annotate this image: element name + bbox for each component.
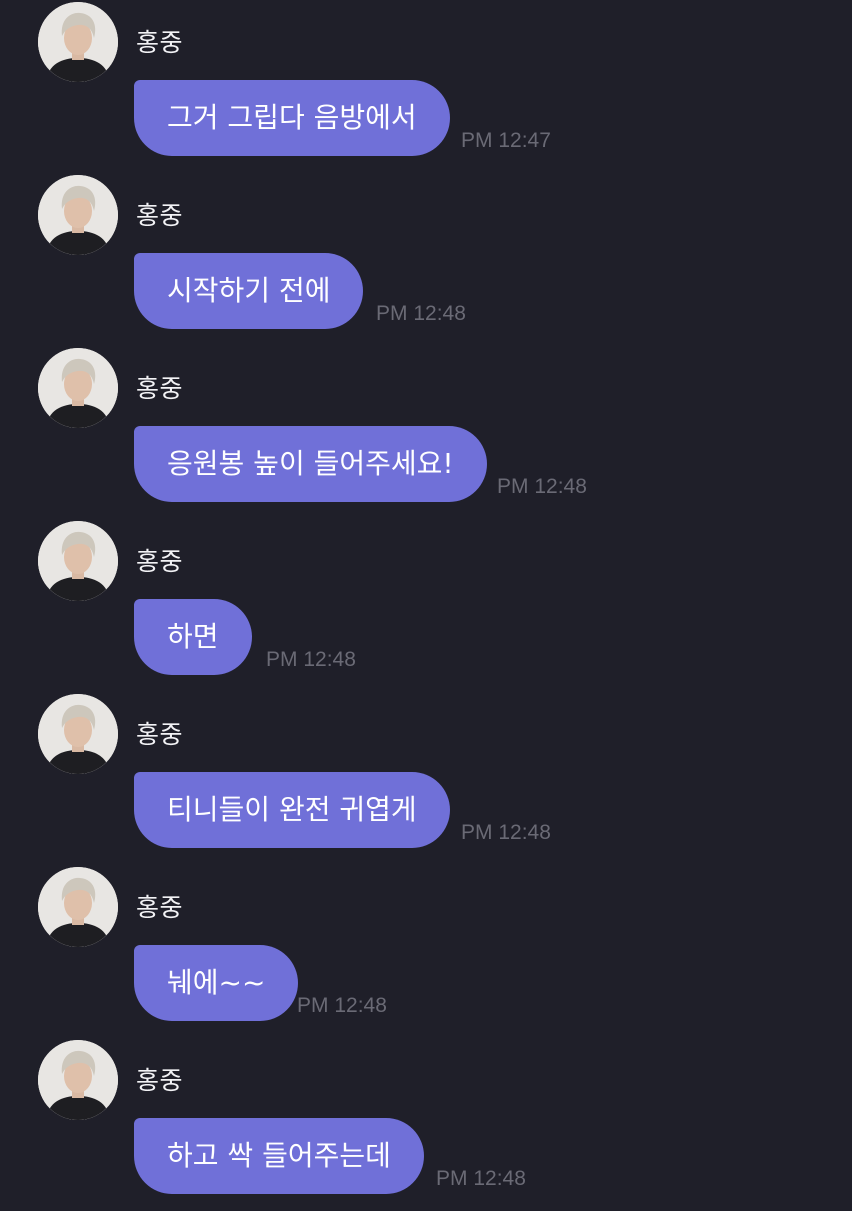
- profile-photo-icon: [38, 1040, 118, 1120]
- message-bubble[interactable]: 눼에~~: [134, 945, 299, 1021]
- avatar[interactable]: [38, 867, 118, 947]
- message-bubble[interactable]: 그거 그립다 음방에서: [134, 80, 450, 156]
- message-row: 홍중 응원봉 높이 들어주세요! PM 12:48: [0, 346, 852, 519]
- message-row: 홍중 티니들이 완전 귀엽게 PM 12:48: [0, 692, 852, 865]
- message-row: 홍중 시작하기 전에 PM 12:48: [0, 173, 852, 346]
- profile-photo-icon: [38, 694, 118, 774]
- sender-name: 홍중: [136, 893, 184, 922]
- avatar[interactable]: [38, 694, 118, 774]
- message-row: 홍중 그거 그립다 음방에서 PM 12:47: [0, 0, 852, 173]
- message-row: 홍중 하면 PM 12:48: [0, 519, 852, 692]
- sender-name: 홍중: [136, 1066, 184, 1095]
- avatar[interactable]: [38, 2, 118, 82]
- profile-photo-icon: [38, 348, 118, 428]
- message-bubble[interactable]: 시작하기 전에: [134, 253, 364, 329]
- message-timestamp: PM 12:48: [461, 821, 551, 844]
- profile-photo-icon: [38, 867, 118, 947]
- message-timestamp: PM 12:47: [461, 129, 551, 152]
- message-row: 홍중 눼에~~ PM 12:48: [0, 865, 852, 1038]
- message-bubble[interactable]: 하면: [134, 599, 252, 675]
- message-timestamp: PM 12:48: [376, 302, 466, 325]
- chat-thread[interactable]: 홍중 그거 그립다 음방에서 PM 12:47 홍중 시작하기 전에 PM 12…: [0, 0, 852, 1200]
- message-timestamp: PM 12:48: [436, 1167, 526, 1190]
- sender-name: 홍중: [136, 547, 184, 576]
- profile-photo-icon: [38, 175, 118, 255]
- profile-photo-icon: [38, 521, 118, 601]
- sender-name: 홍중: [136, 374, 184, 403]
- sender-name: 홍중: [136, 201, 184, 230]
- avatar[interactable]: [38, 1040, 118, 1120]
- sender-name: 홍중: [136, 28, 184, 57]
- sender-name: 홍중: [136, 720, 184, 749]
- message-bubble[interactable]: 하고 싹 들어주는데: [134, 1118, 424, 1194]
- message-row: 홍중 하고 싹 들어주는데 PM 12:48: [0, 1038, 852, 1211]
- avatar[interactable]: [38, 175, 118, 255]
- message-timestamp: PM 12:48: [497, 475, 587, 498]
- message-timestamp: PM 12:48: [266, 648, 356, 671]
- profile-photo-icon: [38, 2, 118, 82]
- message-timestamp: PM 12:48: [297, 994, 387, 1017]
- avatar[interactable]: [38, 521, 118, 601]
- message-bubble[interactable]: 응원봉 높이 들어주세요!: [134, 426, 487, 502]
- message-bubble[interactable]: 티니들이 완전 귀엽게: [134, 772, 450, 848]
- avatar[interactable]: [38, 348, 118, 428]
